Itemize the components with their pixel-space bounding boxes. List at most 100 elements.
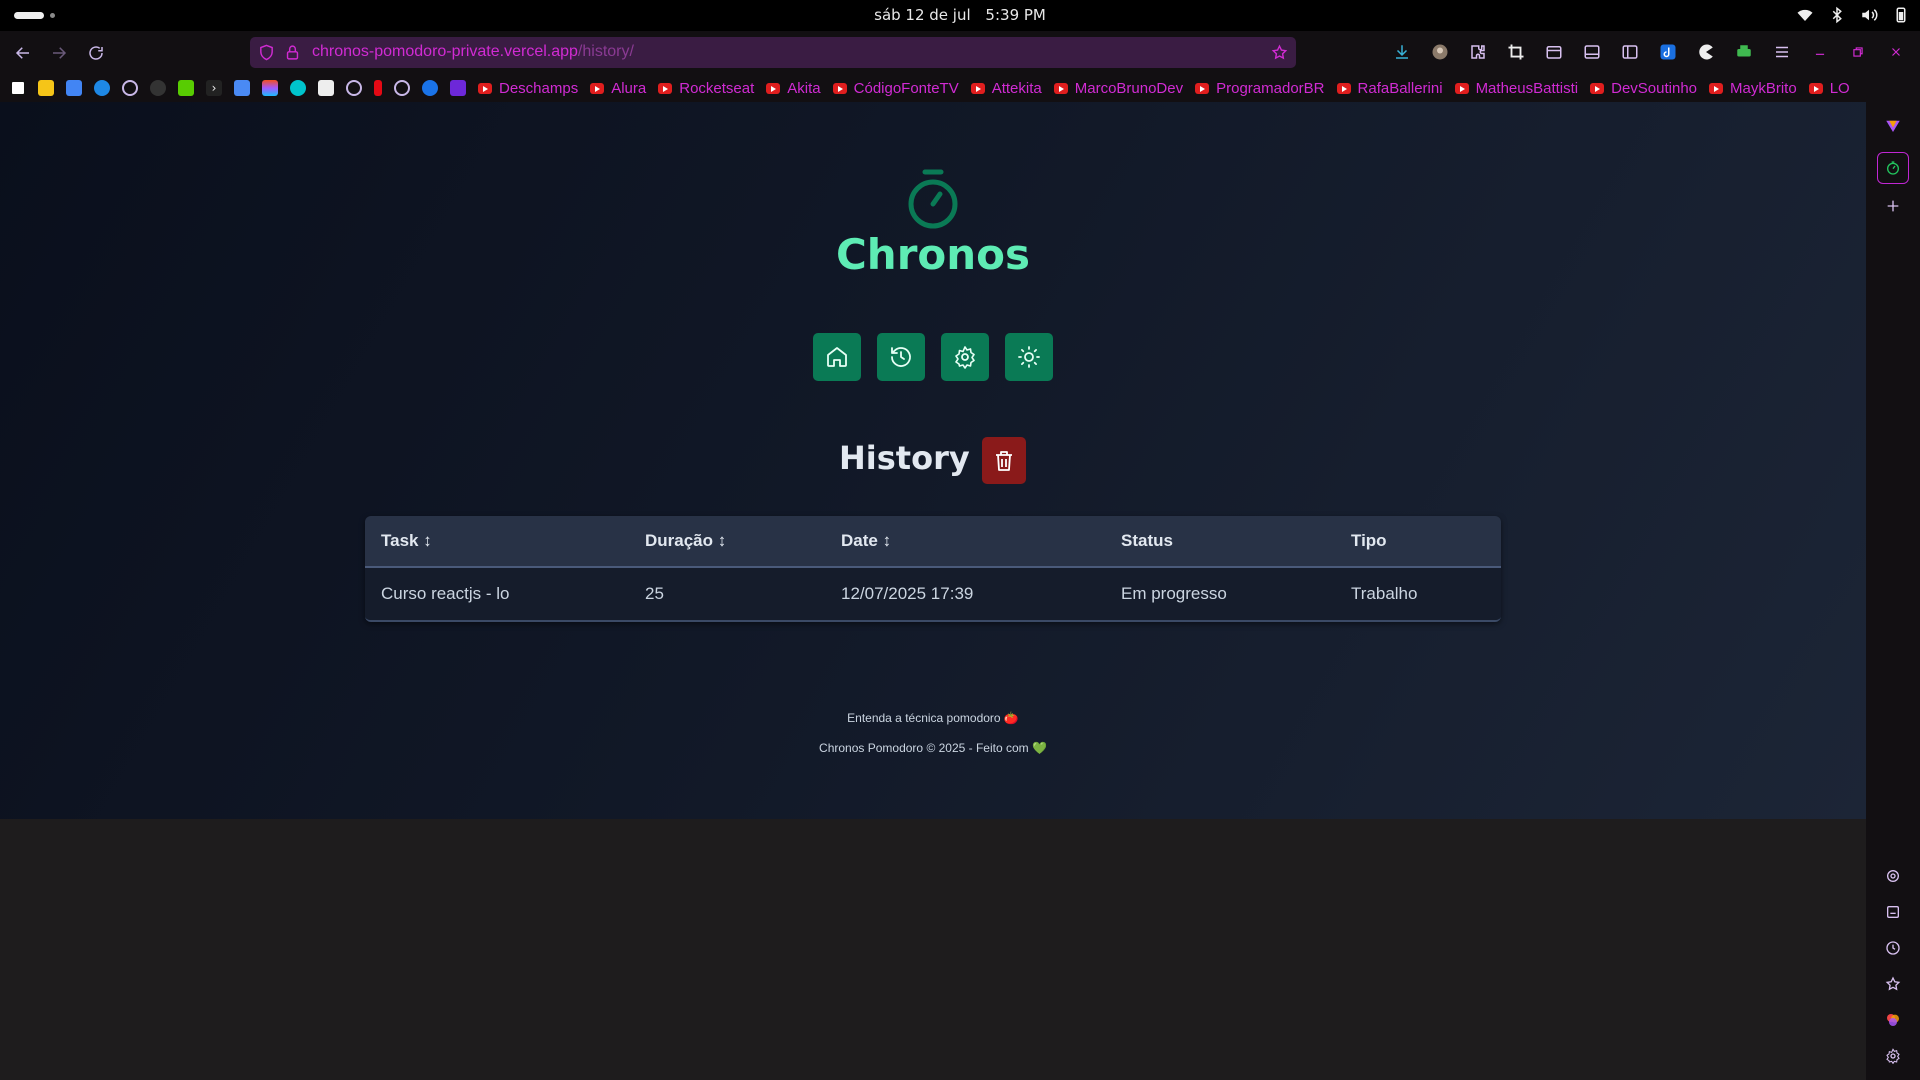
netflix-bookmark-icon[interactable] [374,80,382,96]
back-button[interactable] [12,42,34,64]
column-header-task[interactable]: Task ↕ [365,531,629,551]
duolingo-bookmark-icon[interactable] [178,80,194,96]
screenshot-icon[interactable] [1883,902,1903,922]
stopwatch-logo-icon[interactable] [905,168,961,230]
bookmark-label: Akita [787,79,821,97]
column-header-duration[interactable]: Duração ↕ [629,531,825,551]
bookmark-maykbrito[interactable]: MaykBrito [1709,80,1797,97]
cell-status: Em progresso [1121,584,1227,603]
add-panel-icon[interactable] [1883,196,1903,216]
youtube-icon [1053,82,1068,94]
youtube-icon [832,82,847,94]
bookmark-marcobrunodev[interactable]: MarcoBrunoDev [1053,79,1184,97]
drive-bookmark-icon[interactable] [94,80,110,96]
pomodoro-info-link[interactable]: Entenda a técnica pomodoro 🍅 [0,711,1866,725]
reader-icon[interactable] [1582,42,1602,62]
bookmark-deschamps[interactable]: Deschamps [478,80,578,97]
bookmark-label: MarcoBrunoDev [1074,79,1184,97]
extensions-icon[interactable] [1468,42,1488,62]
lock-icon[interactable] [284,44,301,61]
sidebar-settings-icon[interactable] [1883,1046,1903,1066]
play-bookmark-icon[interactable] [422,80,438,96]
bluetooth-icon[interactable] [1828,6,1846,28]
volume-icon[interactable] [1860,6,1878,28]
history-icon [891,347,911,367]
miro-bookmark-icon[interactable] [38,80,54,96]
calendar-bookmark-icon[interactable] [66,80,82,96]
translate-bookmark-icon[interactable] [234,80,250,96]
stats-bookmark-icon[interactable] [450,80,466,96]
bookmark-label: ProgramadorBR [1216,79,1325,97]
profile-avatar[interactable] [1430,42,1450,62]
history-button[interactable] [877,333,925,381]
bookmark-programadorbr[interactable]: ProgramadorBR [1195,79,1325,97]
canva-bookmark-icon[interactable] [290,80,306,96]
bookmark-attekita[interactable]: Attekita [970,80,1042,97]
youtube-icon [1195,82,1210,94]
os-top-bar: sáb 12 de jul 5:39 PM [0,0,1920,31]
battery-icon[interactable] [1892,6,1910,28]
os-clock[interactable]: sáb 12 de jul 5:39 PM [0,6,1920,24]
url-text[interactable]: chronos-pomodoro-private.vercel.app/hist… [312,43,634,61]
restore-icon[interactable] [1848,42,1868,62]
browser-toolbar: chronos-pomodoro-private.vercel.app/hist… [0,31,1920,74]
extension-logo-icon[interactable] [1883,116,1903,136]
tiktok-extension-icon[interactable] [1658,42,1678,62]
github-bookmark-icon[interactable] [150,80,166,96]
bookmark-rocketseat[interactable]: Rocketseat [658,80,754,97]
reload-button[interactable] [85,42,107,64]
globe-bookmark-icon[interactable] [346,80,362,96]
notion-bookmark-icon[interactable] [10,80,26,96]
color-extension-icon[interactable] [1883,1010,1903,1030]
brand-title[interactable]: Chronos [0,230,1866,279]
bookmark-devsoutinho[interactable]: DevSoutinho [1590,80,1697,97]
star-icon[interactable] [1271,44,1288,61]
forward-button[interactable] [48,42,70,64]
bookmark-label: LO [1829,79,1850,97]
minimize-icon[interactable] [1810,42,1830,62]
shield-icon[interactable] [258,44,275,61]
stopwatch-panel-icon[interactable] [1883,158,1903,178]
home-button[interactable] [813,333,861,381]
youtube-icon [1709,82,1724,94]
clear-history-button[interactable] [982,437,1026,484]
crop-icon[interactable] [1506,42,1526,62]
printer-extension-icon[interactable] [1734,42,1754,62]
history-panel-icon[interactable] [1883,938,1903,958]
bookmark-label: Rocketseat [679,79,755,97]
figma-bookmark-icon[interactable] [262,80,278,96]
download-icon[interactable] [1392,42,1412,62]
reload-icon [89,46,103,60]
container-icon[interactable] [1544,42,1564,62]
trash-icon [996,450,1012,471]
url-path: /history/ [577,43,634,60]
bookmarks-panel-icon[interactable] [1883,974,1903,994]
youtube-icon [658,82,673,94]
bookmark-alura[interactable]: Alura [590,80,646,97]
pacman-extension-icon[interactable] [1696,42,1716,62]
bookmark-lo[interactable]: LO [1808,79,1850,97]
settings-button[interactable] [941,333,989,381]
bookmark-matheusbattisti[interactable]: MatheusBattisti [1454,80,1578,97]
column-header-date[interactable]: Date ↕ [825,531,1105,551]
close-icon[interactable] [1886,42,1906,62]
ai-chat-icon[interactable] [1883,866,1903,886]
bookmark-akita[interactable]: Akita [766,79,821,97]
bookmark-rafaballerini[interactable]: RafaBallerini [1336,80,1443,97]
footer-copyright[interactable]: Chronos Pomodoro © 2025 - Feito com 💚 [0,741,1866,755]
table-header: Task ↕ Duração ↕ Date ↕ Status Tipo [365,516,1501,568]
sun-icon [1018,346,1040,368]
terminal-bookmark-icon[interactable]: › [206,80,222,96]
theme-toggle-button[interactable] [1005,333,1053,381]
globe-bookmark-icon[interactable] [394,80,410,96]
bookmark-codigofontetv[interactable]: CódigoFonteTV [832,80,959,97]
menu-icon[interactable] [1772,42,1792,62]
docs-bookmark-icon[interactable] [318,80,334,96]
url-bar[interactable]: chronos-pomodoro-private.vercel.app/hist… [250,37,1296,68]
wifi-icon[interactable] [1796,6,1814,28]
system-tray[interactable] [1796,6,1910,28]
globe-bookmark-icon[interactable] [122,80,138,96]
bookmark-label: Deschamps [499,79,579,97]
browser-sidebar [1866,102,1920,1080]
sidebar-toggle-icon[interactable] [1620,42,1640,62]
